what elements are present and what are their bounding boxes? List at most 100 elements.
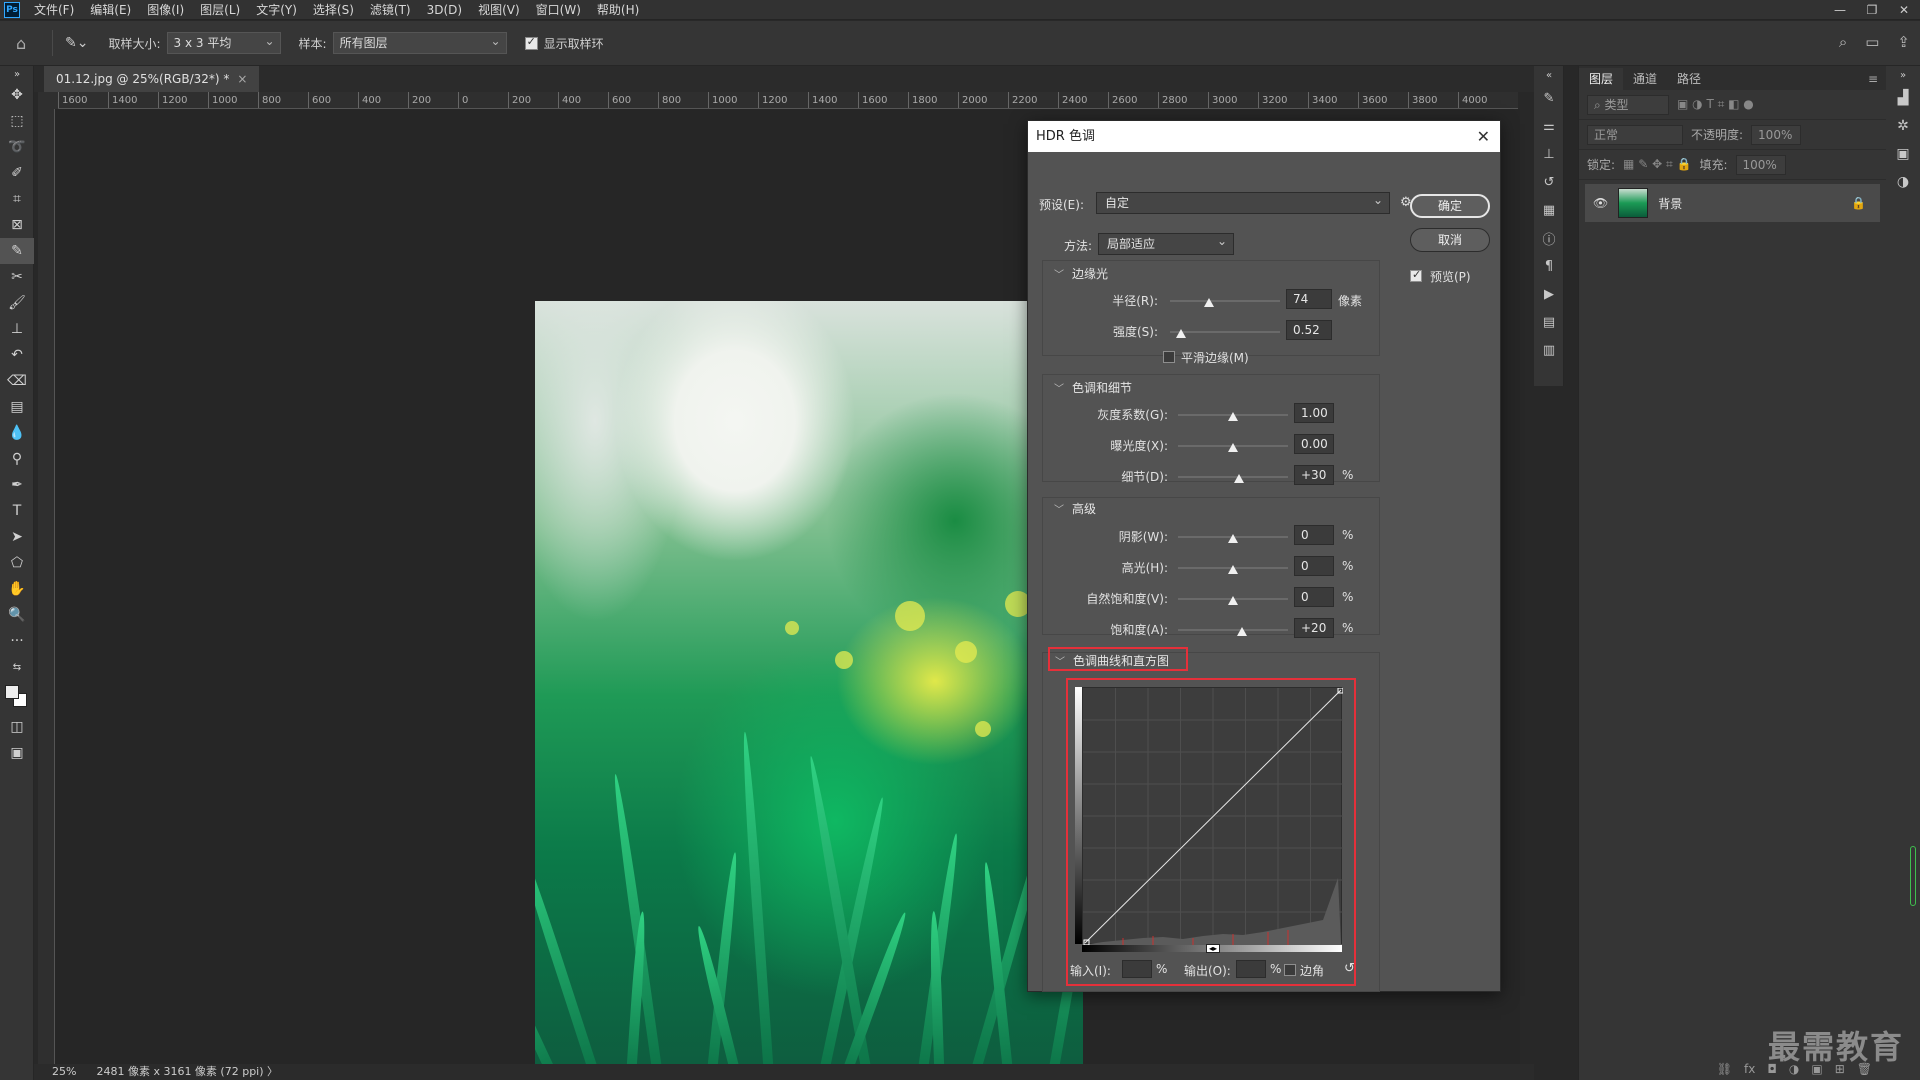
opacity-field[interactable]: 100% [1751, 124, 1802, 145]
swatches-icon[interactable]: ▦ [1534, 196, 1564, 224]
eyedropper-icon[interactable]: ✎⌄ [65, 35, 88, 51]
menu-file[interactable]: 文件(F) [26, 0, 82, 20]
panel-menu-icon[interactable]: ≡ [1868, 68, 1878, 90]
shape-tool-icon[interactable]: ⬠ [0, 550, 34, 576]
lasso-tool-icon[interactable]: ➰ [0, 134, 34, 160]
menu-edit[interactable]: 编辑(E) [82, 0, 139, 20]
frame-tool-icon[interactable]: ⊠ [0, 212, 34, 238]
info-icon[interactable]: ⓘ [1534, 224, 1564, 252]
menu-window[interactable]: 窗口(W) [528, 0, 589, 20]
lock-icons[interactable]: ▦ ✎ ✥ ⌗ 🔒 [1623, 157, 1691, 172]
cancel-button[interactable]: 取消 [1410, 228, 1490, 252]
menu-select[interactable]: 选择(S) [305, 0, 362, 20]
crop-tool-icon[interactable]: ⌗ [0, 186, 34, 212]
sample-select[interactable]: 所有图层 [332, 31, 507, 54]
workspace-icon[interactable]: ▭ [1865, 33, 1879, 51]
history-brush-tool-icon[interactable]: ↶ [0, 342, 34, 368]
history-icon[interactable]: ↺ [1534, 168, 1564, 196]
path-select-tool-icon[interactable]: ➤ [0, 524, 34, 550]
gamma-slider-thumb[interactable] [1228, 412, 1238, 421]
filter-type-icons[interactable]: ▣ ◑ T ⌗ ◧ ● [1677, 97, 1754, 112]
libraries-icon[interactable]: ▣ [1886, 140, 1920, 168]
menu-type[interactable]: 文字(Y) [248, 0, 305, 20]
radius-slider-track[interactable] [1170, 300, 1280, 302]
reset-curve-icon[interactable]: ↺ [1344, 961, 1355, 976]
highlight-slider-thumb[interactable] [1228, 565, 1238, 574]
more-tools-icon[interactable]: ··· [0, 628, 34, 654]
quick-select-tool-icon[interactable]: ✐ [0, 160, 34, 186]
vibrance-field[interactable]: 0 [1294, 587, 1334, 607]
exposure-field[interactable]: 0.00 [1294, 434, 1334, 454]
screen-mode-icon[interactable]: ▣ [0, 740, 34, 766]
saturation-slider-track[interactable] [1178, 629, 1288, 631]
restore-button[interactable]: ❐ [1856, 0, 1888, 20]
notes-icon[interactable]: ▥ [1534, 336, 1564, 364]
share-icon[interactable]: ⇪ [1897, 33, 1910, 51]
tab-channels[interactable]: 通道 [1623, 68, 1667, 90]
layer-comps-icon[interactable]: ▤ [1534, 308, 1564, 336]
saturation-slider-thumb[interactable] [1236, 627, 1247, 636]
strength-slider-track[interactable] [1170, 331, 1280, 333]
layer-style-icon[interactable]: fx [1744, 1062, 1755, 1076]
edge-glow-header[interactable]: ﹀ 边缘光 [1054, 265, 1108, 282]
menu-3d[interactable]: 3D(D) [419, 0, 470, 20]
vibrance-slider-thumb[interactable] [1228, 596, 1238, 605]
shadow-slider-thumb[interactable] [1228, 534, 1238, 543]
advanced-header[interactable]: ﹀ 高级 [1054, 500, 1096, 517]
healing-tool-icon[interactable]: ✂ [0, 264, 34, 290]
color-swatch-icon[interactable] [0, 680, 34, 714]
tab-paths[interactable]: 路径 [1667, 68, 1711, 90]
minimize-button[interactable]: — [1824, 0, 1856, 20]
adjustments-icon[interactable]: ⚌ [1534, 112, 1564, 140]
tone-curve-header[interactable]: ﹀ 色调曲线和直方图 [1055, 652, 1169, 669]
close-window-button[interactable]: ✕ [1888, 0, 1920, 20]
output-field[interactable] [1236, 960, 1266, 978]
sample-size-select[interactable]: 3 x 3 平均 [166, 31, 281, 54]
preset-select[interactable]: 自定 [1096, 190, 1390, 214]
zoom-level[interactable]: 25% [52, 1064, 76, 1080]
eraser-tool-icon[interactable]: ⌫ [0, 368, 34, 394]
character-icon[interactable]: ¶ [1534, 252, 1564, 280]
exposure-slider-thumb[interactable] [1228, 443, 1238, 452]
close-icon[interactable]: ✕ [1477, 121, 1490, 152]
eyedropper-tool-icon[interactable]: ✎ [0, 238, 34, 264]
zoom-tool-icon[interactable]: 🔍 [0, 602, 34, 628]
search-icon[interactable]: ⌕ [1839, 33, 1847, 51]
dodge-tool-icon[interactable]: ⚲ [0, 446, 34, 472]
gamma-field[interactable]: 1.00 [1294, 403, 1334, 423]
tab-layers[interactable]: 图层 [1579, 68, 1624, 90]
shadow-field[interactable]: 0 [1294, 525, 1334, 545]
close-tab-icon[interactable]: × [237, 72, 247, 86]
corner-checkbox[interactable] [1284, 964, 1296, 976]
saturation-field[interactable]: +20 [1294, 618, 1334, 638]
strength-slider-thumb[interactable] [1176, 329, 1186, 338]
pen-tool-icon[interactable]: ✒ [0, 472, 34, 498]
layer-filter-select[interactable]: ⌕ 类型 [1587, 94, 1669, 115]
histogram-panel-icon[interactable]: ▟ [1886, 84, 1920, 112]
actions-play-icon[interactable]: ▶ [1534, 280, 1564, 308]
radius-field[interactable]: 74 [1286, 289, 1332, 309]
menu-image[interactable]: 图像(I) [139, 0, 192, 20]
menu-view[interactable]: 视图(V) [470, 0, 528, 20]
panel-expand-right-icon[interactable]: » [1886, 66, 1920, 84]
quick-mask-icon[interactable]: ◫ [0, 714, 34, 740]
highlight-field[interactable]: 0 [1294, 556, 1334, 576]
menu-help[interactable]: 帮助(H) [589, 0, 647, 20]
document-tab[interactable]: 01.12.jpg @ 25%(RGB/32*) * × [44, 66, 260, 92]
method-select[interactable]: 局部适应 [1098, 231, 1234, 255]
detail-slider-thumb[interactable] [1233, 474, 1244, 483]
scroll-indicator[interactable] [1910, 846, 1916, 906]
navigator-icon[interactable]: ✲ [1886, 112, 1920, 140]
tone-curve-graph[interactable] [1082, 687, 1344, 946]
swap-colors-icon[interactable]: ⇆ [0, 654, 34, 680]
input-field[interactable] [1122, 960, 1152, 978]
stamp-tool-icon[interactable]: ⊥ [0, 316, 34, 342]
layer-background[interactable]: 👁 背景 🔒 [1585, 184, 1880, 222]
show-sampling-ring-checkbox[interactable] [524, 35, 538, 50]
home-icon[interactable]: ⌂ [16, 34, 40, 53]
brush-settings-icon[interactable]: ✎ [1534, 84, 1564, 112]
color-panel-icon[interactable]: ◑ [1886, 168, 1920, 196]
blur-tool-icon[interactable]: 💧 [0, 420, 34, 446]
tone-detail-header[interactable]: ﹀ 色调和细节 [1054, 379, 1132, 396]
visibility-eye-icon[interactable]: 👁 [1593, 196, 1608, 210]
